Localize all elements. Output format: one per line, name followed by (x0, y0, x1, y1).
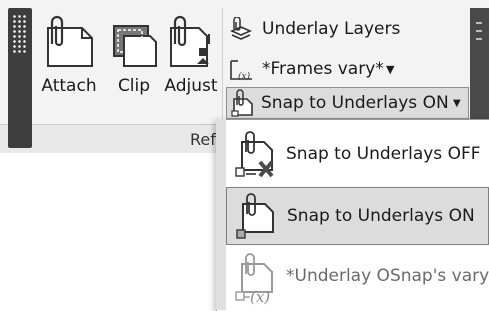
clip-label: Clip (117, 76, 151, 96)
svg-text:(x): (x) (250, 288, 270, 306)
clip-icon (113, 25, 157, 67)
snap-off-icon (235, 131, 274, 178)
adjust-label: Adjust (164, 76, 218, 96)
menu-item-osnap-vary[interactable]: (x) *Underlay OSnap's vary* (226, 248, 489, 306)
panel-side-strip[interactable] (470, 8, 489, 124)
adjust-button[interactable]: Adjust (163, 14, 219, 114)
menu-item-label: Snap to Underlays ON (287, 206, 475, 226)
menu-gutter (216, 119, 226, 310)
menu-item-label: *Underlay OSnap's vary* (286, 266, 489, 286)
menu-item-label: Snap to Underlays OFF (286, 144, 481, 164)
grip-handle-icon[interactable] (12, 14, 28, 54)
snap-to-underlays-dropdown[interactable]: Snap to Underlays ON ▼ (226, 87, 469, 119)
layers-icon (230, 17, 252, 40)
svg-text:(x): (x) (238, 71, 251, 82)
menu-item-snap-on[interactable]: Snap to Underlays ON (226, 187, 489, 245)
clip-button[interactable]: Clip (108, 14, 160, 114)
adjust-icon (170, 15, 210, 67)
menu-item-snap-off[interactable]: Snap to Underlays OFF (226, 126, 489, 184)
frames-chevron-down-icon: ▼ (386, 63, 395, 76)
snap-on-icon (236, 193, 274, 239)
frames-label: *Frames vary* (262, 59, 384, 79)
frames-dropdown[interactable]: (x) *Frames vary* ▼ (228, 56, 468, 82)
snap-icon (231, 89, 253, 117)
attach-icon (47, 15, 93, 67)
snap-current-label: Snap to Underlays ON (261, 93, 449, 113)
underlay-layers-label: Underlay Layers (262, 19, 401, 39)
attach-button[interactable]: Attach (38, 14, 100, 114)
panel-divider (222, 8, 223, 122)
osnap-vary-icon: (x) (235, 253, 273, 306)
underlay-layers-button[interactable]: Underlay Layers (228, 16, 468, 42)
frames-icon: (x) (230, 60, 252, 82)
snap-chevron-down-icon: ▼ (453, 98, 461, 109)
attach-label: Attach (41, 76, 97, 96)
